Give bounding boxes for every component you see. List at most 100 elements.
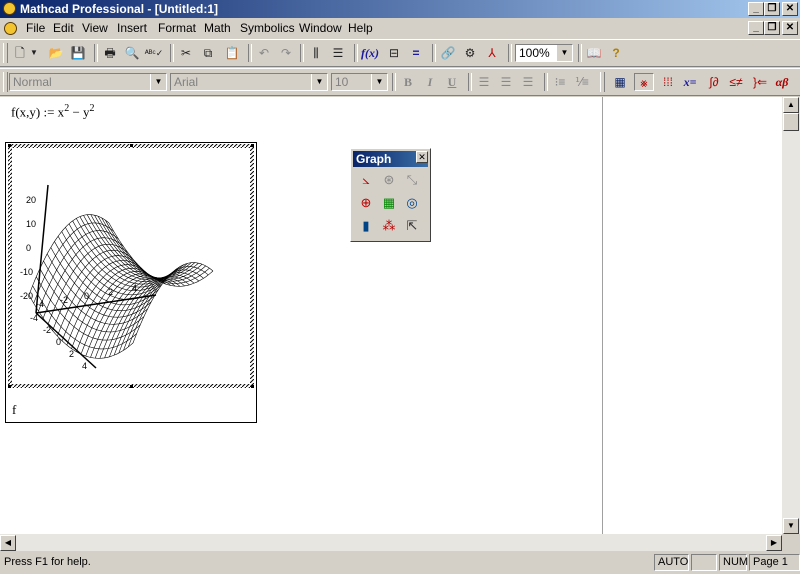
function-definition[interactable]: f(x,y) := x2 − y2: [11, 103, 95, 120]
formatting-toolbar: Normal ▼ Arial ▼ 10 ▼ B I U ☰ ☰ ☰ ⁝≡ ⅟≡ …: [0, 68, 800, 96]
bold-button[interactable]: B: [398, 73, 418, 91]
paste-icon[interactable]: 📋: [222, 44, 242, 62]
align-center-icon[interactable]: ☰: [496, 73, 516, 91]
scroll-corner: [782, 534, 800, 551]
align-right-icon[interactable]: ☰: [518, 73, 538, 91]
insert-unit-icon[interactable]: ⊟: [384, 44, 404, 62]
document-icon[interactable]: [4, 22, 17, 35]
help-question-icon[interactable]: ?: [606, 44, 626, 62]
menu-view[interactable]: View: [82, 21, 108, 35]
style-select[interactable]: Normal ▼: [9, 73, 167, 91]
bullets-icon[interactable]: ⁝≡: [550, 73, 570, 91]
vertical-scrollbar[interactable]: ▲ ▼: [782, 97, 800, 534]
open-folder-icon[interactable]: 📂: [46, 44, 66, 62]
minimize-button[interactable]: _: [748, 2, 764, 16]
plot-function-label[interactable]: f: [12, 402, 16, 418]
horizontal-scrollbar[interactable]: ◀ ▶: [0, 534, 782, 551]
window-title: Mathcad Professional - [Untitled:1]: [20, 2, 219, 16]
font-select[interactable]: Arial ▼: [170, 73, 328, 91]
status-help-text: Press F1 for help.: [4, 556, 91, 568]
align-down-icon[interactable]: ☰: [328, 44, 348, 62]
formula-exponent-y: 2: [89, 103, 95, 114]
new-dropdown-icon[interactable]: ▼: [28, 44, 40, 62]
style-dropdown-icon[interactable]: ▼: [150, 74, 166, 90]
contour-plot-icon[interactable]: ◎: [402, 193, 422, 213]
insert-hyperlink-icon[interactable]: 🔗: [438, 44, 458, 62]
redo-icon[interactable]: ↷: [276, 44, 296, 62]
resize-handle: [130, 385, 133, 388]
component-wizard-icon[interactable]: ⚙: [460, 44, 480, 62]
save-disk-icon[interactable]: 💾: [68, 44, 88, 62]
print-icon[interactable]: 🖶: [100, 44, 120, 62]
menu-format[interactable]: Format: [158, 21, 196, 35]
resource-center-tree-icon[interactable]: ⅄: [482, 44, 502, 62]
xy-plot-icon[interactable]: ⦣: [356, 170, 376, 190]
print-preview-icon[interactable]: 🔍: [122, 44, 142, 62]
close-button[interactable]: ✕: [782, 2, 798, 16]
graph-toolbar-icon[interactable]: ⨳: [634, 73, 654, 91]
size-dropdown-icon[interactable]: ▼: [371, 74, 387, 90]
scroll-down-icon[interactable]: ▼: [783, 518, 799, 534]
undo-icon[interactable]: ↶: [254, 44, 274, 62]
font-size-select[interactable]: 10 ▼: [331, 73, 388, 91]
font-dropdown-icon[interactable]: ▼: [311, 74, 327, 90]
restore-button[interactable]: ❐: [764, 2, 780, 16]
new-document-icon[interactable]: 🗋: [10, 44, 30, 62]
formula-lhs: f(x,y) := x: [11, 104, 65, 120]
underline-button[interactable]: U: [442, 73, 462, 91]
menu-help[interactable]: Help: [348, 21, 373, 35]
zoom-dropdown-icon[interactable]: ▼: [556, 45, 572, 61]
3d-scatter-plot-icon[interactable]: ⁂: [379, 216, 399, 236]
align-across-icon[interactable]: ⫼: [306, 44, 326, 62]
insert-function-icon[interactable]: f(x): [360, 44, 380, 62]
3d-bar-plot-icon[interactable]: ▮: [356, 216, 376, 236]
menu-edit[interactable]: Edit: [53, 21, 74, 35]
menu-file[interactable]: File: [26, 21, 45, 35]
numbering-icon[interactable]: ⅟≡: [572, 73, 592, 91]
vector-field-plot-icon[interactable]: ⇱: [402, 216, 422, 236]
copy-icon[interactable]: ⧉: [198, 44, 218, 62]
align-left-icon[interactable]: ☰: [474, 73, 494, 91]
boolean-toolbar-icon[interactable]: ≤≠: [726, 73, 746, 91]
status-calc-mode: AUTO: [654, 554, 689, 571]
3d-polar-plot-icon[interactable]: ⊕: [356, 193, 376, 213]
cut-icon[interactable]: ✂: [176, 44, 196, 62]
doc-minimize-button[interactable]: _: [748, 21, 764, 35]
polar-plot-icon[interactable]: ⊛: [379, 170, 399, 190]
calculate-icon[interactable]: =: [406, 44, 426, 62]
scroll-left-icon[interactable]: ◀: [0, 535, 16, 551]
calculus-toolbar-icon[interactable]: ∫∂: [704, 73, 724, 91]
graph-palette-close-icon[interactable]: ✕: [416, 151, 428, 163]
doc-close-button[interactable]: ✕: [782, 21, 798, 35]
zoom-select[interactable]: 100% ▼: [515, 44, 573, 62]
calculator-toolbar-icon[interactable]: ▦: [610, 73, 630, 91]
graph-palette: Graph ✕ ⦣ ⊛ ⤡ ⊕ ▦ ◎ ▮ ⁂ ⇱: [350, 148, 431, 242]
resize-handle: [8, 144, 11, 147]
greek-toolbar-icon[interactable]: αβ: [772, 73, 792, 91]
evaluation-toolbar-icon[interactable]: x=: [680, 73, 700, 91]
menu-window[interactable]: Window: [299, 21, 342, 35]
menu-insert[interactable]: Insert: [117, 21, 147, 35]
doc-restore-button[interactable]: ❐: [764, 21, 780, 35]
scroll-right-icon[interactable]: ▶: [766, 535, 782, 551]
surface-grid-line: [71, 268, 152, 349]
matrix-toolbar-icon[interactable]: ⁞⁞⁞: [658, 73, 678, 91]
x-tick-label: 2: [108, 287, 113, 297]
surface-plot-icon[interactable]: ▦: [379, 193, 399, 213]
y-tick-label: -2: [43, 325, 51, 335]
style-value: Normal: [13, 75, 52, 89]
zoom-value: 100%: [519, 46, 550, 60]
italic-button[interactable]: I: [420, 73, 440, 91]
menu-symbolics[interactable]: Symbolics: [240, 21, 295, 35]
mathcad-app-icon[interactable]: [3, 2, 16, 15]
programming-toolbar-icon[interactable]: }⇐: [750, 73, 770, 91]
surface-plot-region[interactable]: 20 10 0 -10 -20 -4 -2 0 2 4 -4 -2 0 2 4 f: [5, 142, 257, 423]
scroll-up-icon[interactable]: ▲: [783, 97, 799, 113]
resource-center-book-icon[interactable]: 📖: [584, 44, 604, 62]
spell-check-icon[interactable]: ᴬᴮᶜ✓: [144, 44, 164, 62]
vertical-scroll-thumb[interactable]: [783, 113, 799, 131]
z-tick-label: 20: [26, 195, 36, 205]
menu-math[interactable]: Math: [204, 21, 231, 35]
zoom-plot-icon[interactable]: ⤡: [402, 170, 422, 190]
selection-border-left: [8, 144, 12, 388]
